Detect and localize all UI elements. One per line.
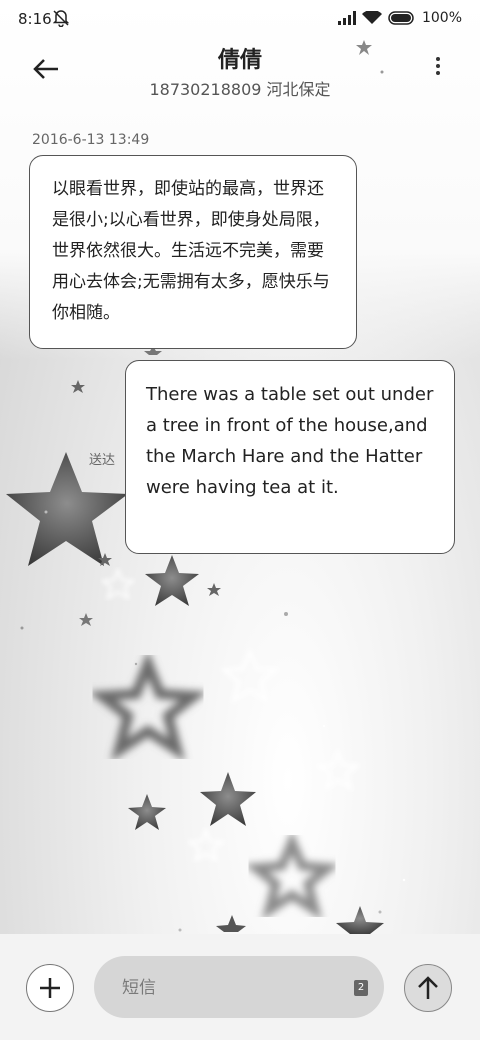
star-shape xyxy=(314,747,362,792)
status-icons: 100% xyxy=(337,10,462,26)
battery-percent: 100% xyxy=(421,10,462,26)
sparkle-dot xyxy=(20,626,24,630)
incoming-message-bubble[interactable]: 以眼看世界，即使站的最高，世界还是很小;以心看世界，即使身处局限，世界依然很大。… xyxy=(29,155,357,349)
send-button[interactable] xyxy=(404,964,452,1012)
status-bar: 8:16 100% xyxy=(0,0,480,40)
star-shape xyxy=(6,452,128,566)
star-shape xyxy=(244,830,340,921)
contact-number-location: 18730218809 河北保定 xyxy=(149,80,331,99)
bell-off-icon xyxy=(52,9,70,31)
sms-conversation-screen: 8:16 100% 倩倩 18730218809 河北保定 2016-6-13 … xyxy=(0,0,480,1040)
sparkle-dot xyxy=(284,612,288,616)
message-input-field[interactable]: 2 xyxy=(94,956,384,1018)
star-shape xyxy=(216,915,246,932)
arrow-up-icon xyxy=(418,976,438,999)
add-attachment-button[interactable] xyxy=(26,964,74,1012)
sparkle-dot xyxy=(44,510,48,514)
message-text: 以眼看世界，即使站的最高，世界还是很小;以心看世界，即使身处局限，世界依然很大。… xyxy=(52,179,330,323)
sparkle-dot xyxy=(322,724,326,728)
more-options-button[interactable] xyxy=(432,54,444,84)
star-shape xyxy=(128,794,166,830)
wifi-icon xyxy=(361,11,382,24)
outgoing-message-bubble[interactable]: There was a table set out under a tree i… xyxy=(125,360,455,554)
sparkle-dot xyxy=(178,928,182,932)
star-shape xyxy=(186,826,226,863)
star-shape xyxy=(145,555,199,606)
delivered-status: 送达 xyxy=(89,453,116,468)
message-timestamp: 2016-6-13 13:49 xyxy=(32,132,150,148)
star-shape xyxy=(219,648,281,704)
sparkle-dot xyxy=(402,878,406,882)
sim-card-icon[interactable]: 2 xyxy=(354,980,368,996)
star-shape xyxy=(71,380,85,393)
message-composer: 2 xyxy=(0,934,480,1040)
message-text: There was a table set out under a tree i… xyxy=(146,384,434,498)
signal-icon xyxy=(337,11,356,25)
sim-slot-label: 2 xyxy=(357,982,365,993)
star-shape xyxy=(207,583,221,596)
star-shape xyxy=(200,772,256,826)
sparkle-dot xyxy=(378,910,382,914)
more-vertical-icon xyxy=(432,57,444,75)
star-shape xyxy=(79,613,93,626)
battery-icon xyxy=(388,11,414,25)
plus-icon xyxy=(40,978,60,998)
contact-name: 倩倩 xyxy=(217,48,262,73)
star-shape xyxy=(88,650,208,762)
message-input[interactable] xyxy=(120,974,324,1002)
status-time: 8:16 xyxy=(18,10,52,28)
sparkle-dot xyxy=(134,662,138,666)
star-shape xyxy=(336,906,384,934)
star-shape xyxy=(100,567,136,601)
conversation-header: 倩倩 18730218809 河北保定 xyxy=(0,40,480,110)
